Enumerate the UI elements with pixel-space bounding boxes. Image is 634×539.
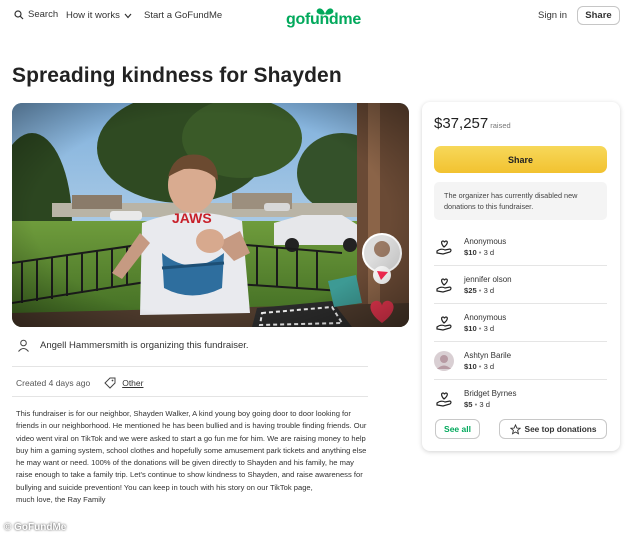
story-text: This fundraiser is for our neighbor, Sha… bbox=[16, 409, 367, 492]
how-it-works-menu[interactable]: How it works bbox=[66, 10, 132, 21]
donor-name: Anonymous bbox=[464, 236, 507, 246]
watermark: © GoFundMe bbox=[4, 522, 67, 533]
how-it-works-label: How it works bbox=[66, 10, 120, 21]
donor-amount: $10 bbox=[464, 247, 477, 257]
share-button[interactable]: Share bbox=[434, 146, 607, 173]
logo-wordmark: gofundme bbox=[286, 11, 361, 28]
top-nav: Search How it works Start a GoFundMe gof… bbox=[0, 0, 634, 32]
hero-photo: JAWS bbox=[12, 103, 409, 327]
tag-icon bbox=[104, 377, 116, 389]
see-all-button[interactable]: See all bbox=[435, 419, 480, 439]
donor-item: Anonymous $10 • 3 d bbox=[434, 304, 607, 342]
amount-value: $37,257 bbox=[434, 115, 489, 132]
donor-amount: $5 bbox=[464, 400, 473, 409]
divider bbox=[12, 396, 368, 397]
donor-time: 3 d bbox=[483, 247, 495, 257]
donations-disabled-notice: The organizer has currently disabled new… bbox=[434, 182, 607, 220]
chevron-down-icon bbox=[124, 13, 132, 18]
organizer-row: Angell Hammersmith is organizing this fu… bbox=[17, 339, 249, 352]
search-link[interactable]: Search bbox=[14, 9, 58, 20]
search-icon bbox=[14, 9, 24, 19]
header-share-button[interactable]: Share bbox=[577, 6, 620, 25]
donation-card: $37,257 raised Share The organizer has cu… bbox=[422, 102, 620, 451]
organizer-text: Angell Hammersmith is organizing this fu… bbox=[40, 340, 249, 351]
donor-item: Anonymous $10 • 3 d bbox=[434, 228, 607, 266]
donor-time: 3 d bbox=[483, 285, 495, 295]
donor-amount: $25 bbox=[464, 285, 477, 295]
see-top-donations-button[interactable]: See top donations bbox=[499, 419, 607, 439]
donor-time: 3 d bbox=[483, 361, 495, 371]
donation-hand-icon bbox=[434, 313, 454, 333]
donor-list: Anonymous $10 • 3 d jennifer olson $25 •… bbox=[434, 228, 607, 418]
divider bbox=[12, 366, 368, 367]
donor-name: jennifer olson bbox=[464, 274, 512, 284]
donation-hand-icon bbox=[434, 275, 454, 295]
created-date: Created 4 days ago bbox=[16, 378, 91, 388]
donor-name: Ashtyn Barile bbox=[464, 350, 512, 360]
category-link[interactable]: Other bbox=[122, 378, 143, 388]
donation-hand-icon bbox=[434, 237, 454, 257]
donor-item: Bridget Byrnes $5 • 3 d bbox=[434, 380, 607, 418]
donor-name: Bridget Byrnes bbox=[464, 389, 517, 398]
see-top-donations-label: See top donations bbox=[524, 424, 597, 434]
donor-amount: $10 bbox=[464, 323, 477, 333]
donor-name: Anonymous bbox=[464, 312, 507, 322]
avatar bbox=[434, 350, 454, 371]
gofundme-logo[interactable]: gofundme bbox=[286, 6, 361, 28]
donor-amount: $10 bbox=[464, 361, 477, 371]
story-signoff: much love, the Ray Family bbox=[16, 495, 106, 505]
sign-in-link[interactable]: Sign in bbox=[538, 10, 567, 21]
search-label: Search bbox=[28, 9, 59, 20]
raised-label: raised bbox=[490, 121, 511, 130]
donation-hand-icon bbox=[434, 389, 454, 409]
campaign-story: This fundraiser is for our neighbor, Sha… bbox=[16, 408, 368, 506]
campaign-hero-image[interactable]: JAWS bbox=[12, 103, 409, 327]
donor-item: Ashtyn Barile $10 • 3 d bbox=[434, 342, 607, 380]
donor-time: 3 d bbox=[483, 323, 495, 333]
campaign-meta: Created 4 days ago Other bbox=[16, 377, 143, 389]
star-icon bbox=[509, 423, 521, 435]
amount-raised: $37,257 raised bbox=[434, 115, 511, 132]
donor-time: 3 d bbox=[479, 400, 490, 409]
donor-item: jennifer olson $25 • 3 d bbox=[434, 266, 607, 304]
person-icon bbox=[18, 339, 29, 352]
campaign-title: Spreading kindness for Shayden bbox=[12, 64, 342, 87]
start-gofundme-link[interactable]: Start a GoFundMe bbox=[144, 10, 222, 21]
